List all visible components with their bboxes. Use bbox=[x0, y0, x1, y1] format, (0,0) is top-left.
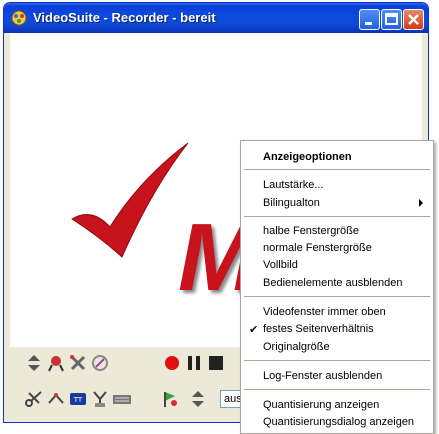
context-menu: Anzeigeoptionen Lautstärke... Bilingualt… bbox=[240, 140, 434, 434]
checkmark-logo-icon bbox=[71, 142, 189, 258]
spin-up-down-icon[interactable] bbox=[188, 389, 208, 409]
title-bar[interactable]: VideoSuite - Recorder - bereit bbox=[4, 3, 428, 33]
maximize-button[interactable] bbox=[381, 9, 402, 30]
menu-item-quantisierung-anzeigen[interactable]: Quantisierung anzeigen bbox=[263, 399, 379, 411]
window-title: VideoSuite - Recorder - bereit bbox=[33, 10, 216, 25]
menu-separator bbox=[244, 169, 430, 170]
menu-item-originalgroesse[interactable]: Originalgröße bbox=[263, 341, 330, 353]
menu-item-lautstaerke[interactable]: Lautstärke... bbox=[263, 179, 324, 191]
close-button[interactable] bbox=[403, 9, 424, 30]
menu-item-festes-seitenverhaeltnis[interactable]: festes Seitenverhältnis bbox=[263, 323, 374, 335]
menu-item-log-fenster-ausblenden[interactable]: Log-Fenster ausblenden bbox=[263, 370, 382, 382]
submenu-arrow-icon bbox=[419, 199, 423, 207]
keyboard-icon[interactable] bbox=[112, 389, 132, 409]
stop-icon[interactable] bbox=[206, 353, 226, 373]
menu-separator bbox=[244, 296, 430, 297]
menu-item-quantisierungsdialog-anzeigen[interactable]: Quantisierungsdialog anzeigen bbox=[263, 416, 414, 428]
pause-icon[interactable] bbox=[184, 353, 204, 373]
cut-icon[interactable] bbox=[24, 389, 44, 409]
record-icon[interactable] bbox=[162, 353, 182, 373]
menu-separator bbox=[244, 360, 430, 361]
menu-item-videofenster-immer-oben[interactable]: Videofenster immer oben bbox=[263, 306, 386, 318]
marker-icon[interactable] bbox=[46, 353, 66, 373]
menu-item-bilingualton[interactable]: Bilingualton bbox=[263, 197, 320, 209]
clip-icon[interactable] bbox=[46, 389, 66, 409]
tv-icon[interactable]: TT bbox=[68, 389, 88, 409]
minimize-icon bbox=[365, 22, 372, 25]
settings-icon[interactable] bbox=[90, 353, 110, 373]
videosuite-app-icon bbox=[11, 10, 27, 26]
tools-icon[interactable] bbox=[68, 353, 88, 373]
maximize-icon bbox=[385, 13, 398, 25]
checkmark-icon: ✔ bbox=[249, 324, 259, 336]
svg-text:TT: TT bbox=[73, 396, 83, 404]
menu-separator bbox=[244, 216, 430, 217]
minimize-button[interactable] bbox=[359, 9, 380, 30]
menu-separator bbox=[244, 389, 430, 390]
menu-item-halbe-fenstergroesse[interactable]: halbe Fenstergröße bbox=[263, 225, 359, 237]
close-icon bbox=[408, 14, 419, 25]
flag-icon[interactable] bbox=[160, 389, 180, 409]
antenna-icon[interactable] bbox=[90, 389, 110, 409]
spin-up-down-icon[interactable] bbox=[24, 353, 44, 373]
menu-item-vollbild[interactable]: Vollbild bbox=[263, 259, 298, 271]
menu-item-bedienelemente-ausblenden[interactable]: Bedienelemente ausblenden bbox=[263, 277, 402, 289]
menu-item-normale-fenstergroesse[interactable]: normale Fenstergröße bbox=[263, 242, 372, 254]
menu-header-anzeigeoptionen[interactable]: Anzeigeoptionen bbox=[263, 151, 352, 163]
